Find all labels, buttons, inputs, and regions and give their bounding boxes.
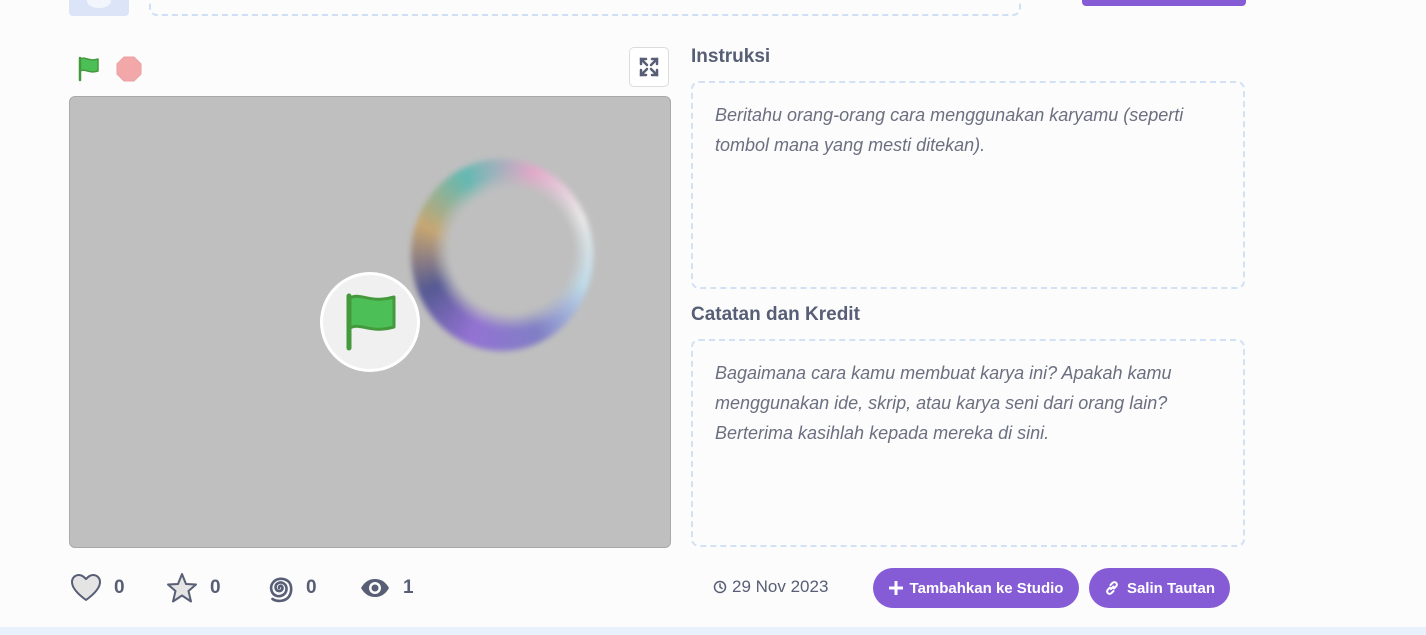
add-to-studio-button[interactable]: Tambahkan ke Studio <box>873 568 1079 608</box>
bottom-band <box>0 627 1426 635</box>
favorite-stat[interactable]: 0 <box>166 570 221 606</box>
stop-icon[interactable] <box>116 56 142 82</box>
notes-credits-title: Catatan dan Kredit <box>691 304 860 325</box>
copy-link-label: Salin Tautan <box>1126 579 1216 597</box>
view-count: 1 <box>403 577 414 598</box>
copy-link-button[interactable]: Salin Tautan <box>1089 568 1230 608</box>
favorite-count: 0 <box>210 577 221 598</box>
project-title-input[interactable] <box>149 0 1021 16</box>
plus-icon <box>888 581 903 595</box>
love-count: 0 <box>114 577 125 598</box>
avatar[interactable] <box>69 0 129 16</box>
heart-icon <box>71 574 101 601</box>
share-button[interactable] <box>1082 0 1246 6</box>
share-date-text: 29 Nov 2023 <box>732 577 829 596</box>
remix-count: 0 <box>306 577 317 598</box>
link-icon <box>1106 581 1118 595</box>
instructions-title: Instruksi <box>691 46 771 67</box>
green-flag-overlay-button[interactable] <box>320 272 420 372</box>
love-stat[interactable]: 0 <box>70 570 125 606</box>
notes-credits-textarea[interactable]: Bagaimana cara kamu membuat karya ini? A… <box>691 339 1245 547</box>
project-stage[interactable] <box>69 96 671 548</box>
green-flag-icon <box>346 293 396 351</box>
instructions-textarea[interactable]: Beritahu orang-orang cara menggunakan ka… <box>691 81 1245 289</box>
add-to-studio-label: Tambahkan ke Studio <box>909 579 1064 597</box>
bubble-sprite <box>411 159 593 351</box>
remix-stat: 0 <box>264 570 317 606</box>
eye-icon <box>361 579 389 597</box>
share-date: 29 Nov 2023 <box>713 577 828 597</box>
clock-icon <box>713 580 727 594</box>
view-stat: 1 <box>359 570 414 606</box>
remix-icon <box>269 577 293 603</box>
green-flag-icon[interactable] <box>75 55 103 83</box>
star-icon <box>167 573 197 603</box>
fullscreen-icon <box>639 57 659 77</box>
fullscreen-button[interactable] <box>629 47 669 87</box>
